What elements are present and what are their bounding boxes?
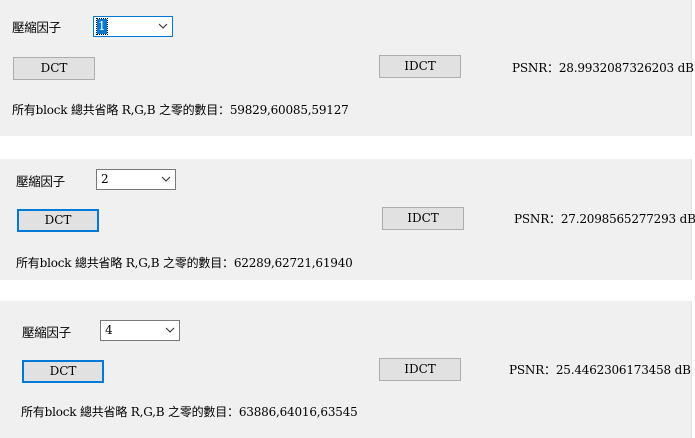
zero-count-label: 所有block 總共省略 R,G,B 之零的數目：	[12, 103, 230, 117]
idct-button[interactable]: IDCT	[379, 55, 461, 78]
psnr-label: PSNR：	[512, 61, 559, 75]
compression-panel-2: 壓縮因子 2 DCT IDCT PSNR：27.2098565277293 dB…	[0, 159, 695, 280]
compression-panel-1: 壓縮因子 1 DCT IDCT PSNR：28.9932087326203 dB…	[0, 0, 694, 136]
psnr-readout: PSNR：28.9932087326203 dB	[512, 59, 694, 76]
zero-count-label: 所有block 總共省略 R,G,B 之零的數目：	[16, 256, 234, 270]
zero-count-summary: 所有block 總共省略 R,G,B 之零的數目：59829,60085,591…	[12, 101, 349, 118]
psnr-unit: dB	[679, 212, 695, 226]
psnr-label: PSNR：	[509, 363, 556, 377]
compression-factor-select[interactable]: 2	[96, 169, 176, 190]
idct-button[interactable]: IDCT	[379, 358, 461, 381]
psnr-unit: dB	[674, 363, 691, 377]
psnr-value: 27.2098565277293	[560, 212, 676, 226]
chevron-down-icon	[165, 327, 175, 333]
compression-factor-select[interactable]: 4	[100, 320, 180, 341]
compression-factor-value: 4	[105, 323, 113, 337]
zero-count-value: 63886,64016,63545	[238, 405, 358, 419]
zero-count-summary: 所有block 總共省略 R,G,B 之零的數目：62289,62721,619…	[16, 254, 353, 271]
compression-factor-label: 壓縮因子	[16, 174, 65, 189]
chevron-down-icon	[158, 23, 168, 29]
dct-button[interactable]: DCT	[13, 57, 95, 80]
zero-count-summary: 所有block 總共省略 R,G,B 之零的數目：63886,64016,635…	[21, 403, 358, 420]
psnr-readout: PSNR：27.2098565277293 dB	[514, 210, 695, 227]
psnr-readout: PSNR：25.4462306173458 dB	[509, 361, 691, 378]
zero-count-value: 62289,62721,61940	[233, 256, 353, 270]
zero-count-value: 59829,60085,59127	[229, 103, 349, 117]
idct-button[interactable]: IDCT	[382, 207, 464, 230]
dct-button[interactable]: DCT	[22, 360, 104, 383]
psnr-unit: dB	[677, 61, 694, 75]
compression-factor-label: 壓縮因子	[22, 325, 71, 340]
compression-factor-value: 1	[96, 18, 108, 35]
dct-button[interactable]: DCT	[17, 209, 99, 232]
chevron-down-icon	[161, 176, 171, 182]
compression-factor-label: 壓縮因子	[12, 20, 61, 35]
compression-panel-3: 壓縮因子 4 DCT IDCT PSNR：25.4462306173458 dB…	[0, 301, 692, 438]
psnr-value: 28.9932087326203	[558, 61, 674, 75]
psnr-label: PSNR：	[514, 212, 561, 226]
compression-factor-value: 2	[101, 172, 109, 186]
compression-factor-select[interactable]: 1	[93, 16, 173, 37]
zero-count-label: 所有block 總共省略 R,G,B 之零的數目：	[21, 405, 239, 419]
psnr-value: 25.4462306173458	[555, 363, 671, 377]
